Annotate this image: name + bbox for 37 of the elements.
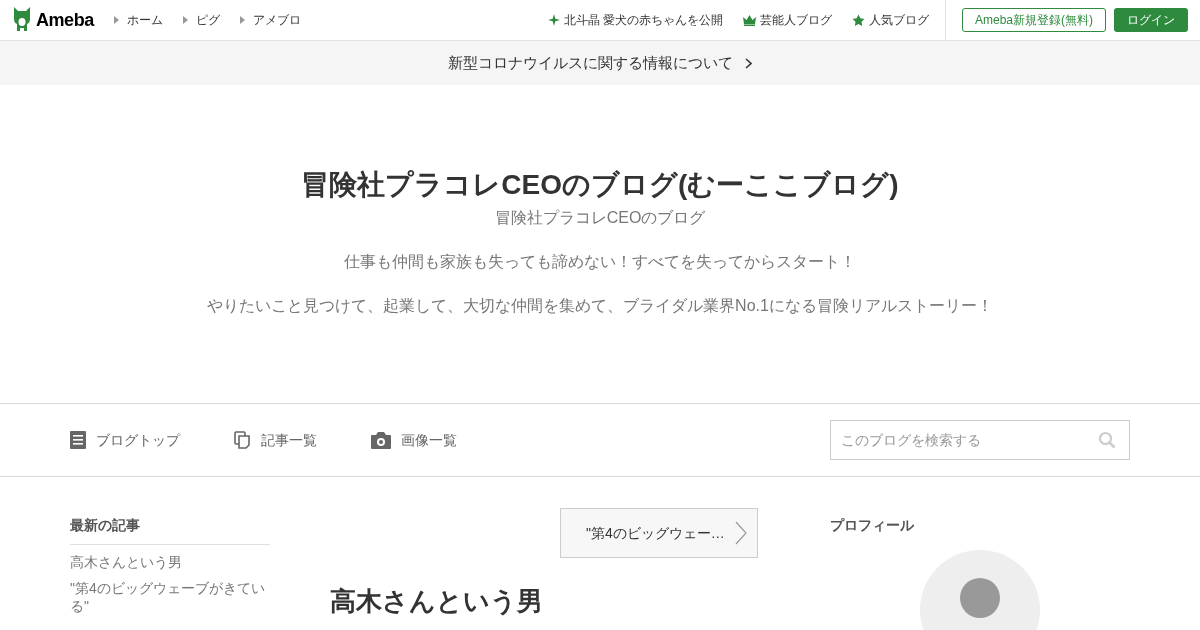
header-link[interactable]: 北斗晶 愛犬の赤ちゃんを公開	[547, 11, 723, 29]
triangle-icon	[239, 16, 245, 24]
nav-link[interactable]: アメブロ	[239, 11, 301, 29]
camera-icon	[371, 431, 391, 449]
notice-banner[interactable]: 新型コロナウイルスに関する情報について	[0, 41, 1200, 85]
ameba-logo[interactable]: Ameba	[12, 6, 94, 34]
login-button[interactable]: ログイン	[1114, 8, 1188, 32]
sidebar-heading: 最新の記事	[70, 515, 270, 545]
triangle-icon	[113, 16, 119, 24]
chevron-right-icon	[745, 57, 752, 69]
header-link[interactable]: 芸能人ブログ	[743, 11, 832, 29]
blog-nav-link[interactable]: 記事一覧	[234, 429, 317, 451]
sparkle-icon	[547, 14, 560, 26]
search-field[interactable]: このブログを検索する	[830, 420, 1130, 460]
blog-title[interactable]: 冒険社プラコレCEOのブログ(むーここブログ)	[301, 167, 899, 203]
search-icon[interactable]	[1098, 431, 1116, 449]
article-link[interactable]: "第4のビッグウェーブがきている"	[70, 579, 270, 615]
blog-description: 仕事も仲間も家族も失っても諦めない！すべてを失ってからスタート！	[344, 252, 856, 272]
star-icon	[852, 13, 865, 27]
nav-link[interactable]: ホーム	[113, 11, 163, 29]
blog-nav-link[interactable]: ブログトップ	[70, 429, 180, 451]
article-link[interactable]: 高木さんという男	[70, 553, 270, 571]
document-icon	[70, 431, 86, 449]
article-title[interactable]: 高木さんという男	[330, 586, 758, 616]
nav-link[interactable]: ピグ	[182, 11, 220, 29]
chevron-right-icon	[735, 521, 747, 545]
blog-subtitle: 冒険社プラコレCEOのブログ	[494, 208, 706, 228]
next-article-button[interactable]: "第4のビッグウェー…	[560, 508, 758, 558]
blog-description: やりたいこと見つけて、起業して、大切な仲間を集めて、ブライダル業界No.1になる冒険リアルストーリー！	[207, 296, 993, 316]
profile-heading: プロフィール	[830, 516, 915, 535]
copy-icon	[234, 431, 251, 449]
blog-nav-link[interactable]: 画像一覧	[371, 429, 457, 451]
mascot-icon	[12, 7, 32, 33]
register-button[interactable]: Ameba新規登録(無料)	[962, 8, 1106, 32]
crown-icon	[743, 14, 756, 26]
triangle-icon	[182, 16, 188, 24]
header-link[interactable]: 人気ブログ	[852, 11, 929, 29]
